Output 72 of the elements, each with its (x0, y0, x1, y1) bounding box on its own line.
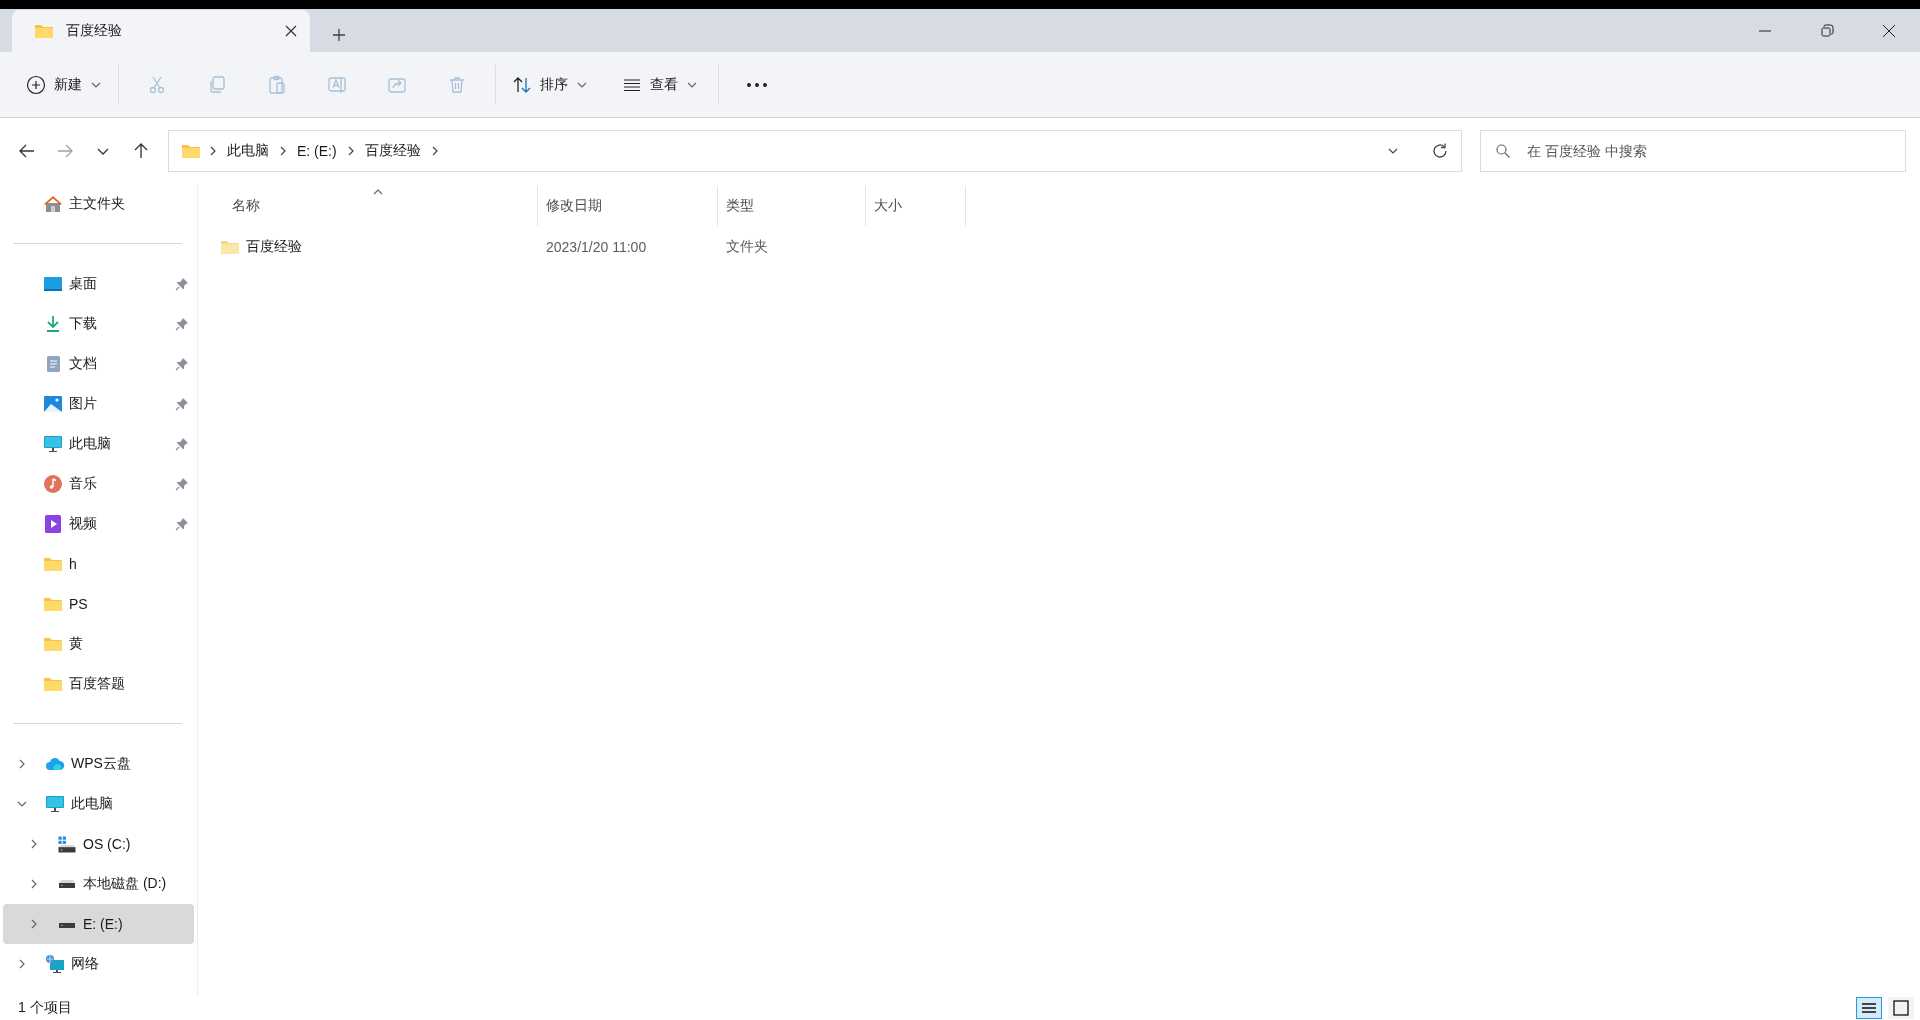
sidebar-item[interactable]: 此电脑 (3, 784, 194, 824)
sidebar-item[interactable]: 文档 (3, 344, 194, 384)
pin-icon[interactable] (175, 317, 189, 331)
file-name: 百度经验 (246, 238, 302, 256)
desktop-icon (43, 274, 63, 294)
new-button[interactable]: 新建 (18, 68, 110, 101)
trash-icon (447, 74, 467, 95)
column-header[interactable]: 修改日期 (538, 186, 718, 226)
sidebar-item[interactable]: 视频 (3, 504, 194, 544)
plus-icon[interactable] (332, 28, 346, 42)
sidebar-item[interactable]: 图片 (3, 384, 194, 424)
table-cell-text: 文件夹 (725, 238, 769, 256)
item-count: 1 个项目 (18, 999, 72, 1017)
pin-icon[interactable] (175, 437, 189, 451)
restore-icon (1820, 23, 1834, 38)
video-icon (43, 514, 63, 534)
breadcrumb-link[interactable]: 此电脑 (225, 140, 271, 162)
tab[interactable]: 百度经验 (12, 10, 310, 52)
refresh-icon[interactable] (1431, 142, 1449, 160)
pin-icon[interactable] (175, 397, 189, 411)
drive-icon (57, 835, 77, 853)
network-icon (45, 954, 65, 974)
sidebar-item[interactable]: 网络 (3, 944, 194, 984)
sidebar-item[interactable]: h (3, 544, 194, 584)
sidebar-item[interactable]: WPS云盘 (3, 744, 194, 784)
sidebar-item[interactable]: PS (3, 584, 194, 624)
sidebar-item[interactable]: 音乐 (3, 464, 194, 504)
picture-icon (43, 394, 63, 414)
file-row[interactable]: 百度经验 2023/1/20 11:00 文件夹 (218, 228, 1920, 266)
close-icon[interactable] (284, 24, 298, 38)
house-icon (43, 194, 63, 214)
sidebar-item[interactable]: 桌面 (3, 264, 194, 304)
view-button[interactable]: 查看 (614, 68, 706, 101)
search-icon (1495, 143, 1511, 159)
sidebar-item[interactable]: 下载 (3, 304, 194, 344)
sidebar-item[interactable]: 主文件夹 (3, 184, 194, 224)
tiles-view-button[interactable] (1888, 997, 1914, 1019)
column-header[interactable]: 名称 (218, 186, 538, 226)
drive-icon (57, 879, 77, 889)
breadcrumb-link[interactable]: E: (E:) (295, 141, 339, 161)
search-input[interactable]: 在 百度经验 中搜索 (1525, 142, 1891, 160)
monitor-icon (45, 794, 65, 814)
details-view-button[interactable] (1856, 997, 1882, 1019)
sidebar-item[interactable]: 此电脑 (3, 424, 194, 464)
breadcrumb-link[interactable]: 百度经验 (362, 140, 423, 162)
rename-icon (327, 74, 347, 95)
copy-icon (207, 74, 227, 95)
table-cell-text: 2023/1/20 11:00 (545, 239, 648, 255)
sidebar-item[interactable]: 黄 (3, 624, 194, 664)
pin-icon[interactable] (175, 517, 189, 531)
close-icon (1882, 23, 1896, 38)
column-header[interactable]: 大小 (866, 186, 966, 226)
minimize-icon (1758, 29, 1772, 32)
clipboard-icon (267, 74, 287, 95)
pin-icon[interactable] (175, 277, 189, 291)
sidebar-item[interactable]: OS (C:) (3, 824, 194, 864)
pin-icon[interactable] (175, 357, 189, 371)
sidebar-item[interactable]: 百度答题 (3, 664, 194, 704)
column-header[interactable]: 类型 (718, 186, 866, 226)
address-bar[interactable]: 此电脑 E: (E:) 百度经验 (168, 130, 1462, 172)
sidebar-item[interactable]: E: (E:) (3, 904, 194, 944)
scissors-icon (147, 74, 167, 95)
search-field[interactable]: 在 百度经验 中搜索 (1480, 130, 1906, 172)
more-icon (746, 81, 768, 88)
plus-circle-icon (26, 74, 46, 95)
sort-button[interactable]: 排序 (504, 68, 596, 101)
monitor-icon (43, 434, 63, 454)
pin-icon[interactable] (175, 477, 189, 491)
music-note-icon (43, 474, 63, 494)
tab-title: 百度经验 (66, 22, 123, 40)
tiles-view-icon (1891, 998, 1911, 1018)
sidebar-item[interactable]: 本地磁盘 (D:) (3, 864, 194, 904)
